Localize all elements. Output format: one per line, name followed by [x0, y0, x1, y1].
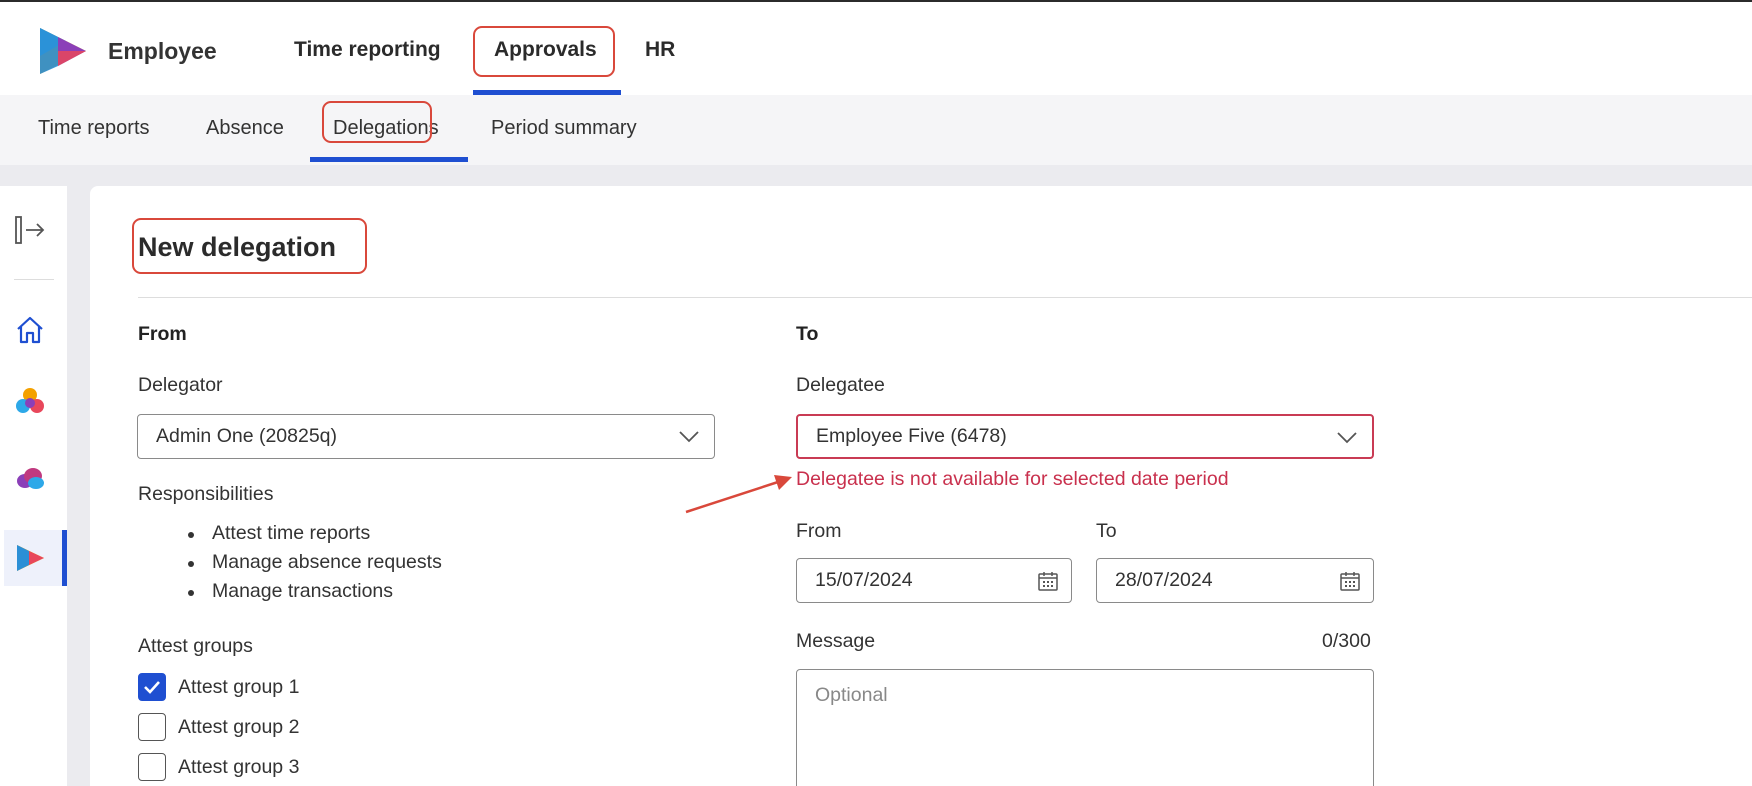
- checkmark-icon: [144, 681, 160, 694]
- from-date-label: From: [796, 520, 842, 542]
- to-date-value: 28/07/2024: [1115, 569, 1213, 591]
- list-item: Manage transactions: [186, 580, 442, 609]
- message-counter: 0/300: [1322, 630, 1371, 652]
- delegatee-select[interactable]: Employee Five (6478): [796, 414, 1374, 459]
- list-item: Manage absence requests: [186, 551, 442, 580]
- attest-group-1-checkbox[interactable]: Attest group 1: [138, 672, 299, 702]
- to-date-label: To: [1096, 520, 1117, 542]
- calendar-icon[interactable]: [1339, 570, 1361, 592]
- from-date-value: 15/07/2024: [815, 569, 913, 591]
- delegations-active-underline: [310, 157, 468, 162]
- checkbox-unchecked[interactable]: [138, 753, 166, 781]
- colorful-app-icon[interactable]: [12, 384, 48, 420]
- rail-active-indicator: [62, 530, 67, 586]
- attest-group-1-label: Attest group 1: [178, 675, 300, 698]
- calendar-icon[interactable]: [1037, 570, 1059, 592]
- to-date-input[interactable]: 28/07/2024: [1096, 558, 1374, 603]
- message-placeholder: Optional: [815, 684, 888, 706]
- message-label: Message: [796, 630, 876, 652]
- from-heading: From: [138, 323, 187, 345]
- tab-time-reports[interactable]: Time reports: [38, 117, 150, 140]
- attest-group-2-label: Attest group 2: [178, 715, 300, 738]
- attest-group-3-label: Attest group 3: [178, 755, 300, 778]
- approvals-highlight-annotation: [473, 26, 615, 77]
- checkbox-unchecked[interactable]: [138, 713, 166, 741]
- title-divider: [138, 297, 1752, 298]
- delegator-value: Admin One (20825q): [156, 425, 338, 447]
- list-item: Attest time reports: [186, 522, 442, 551]
- tab-absence[interactable]: Absence: [206, 117, 284, 140]
- delegations-highlight-annotation: [322, 101, 432, 143]
- chevron-down-icon: [679, 431, 699, 443]
- top-bar: Employee Time reporting Approvals HR: [0, 0, 1752, 95]
- checkbox-checked[interactable]: [138, 673, 166, 701]
- home-icon[interactable]: [12, 312, 48, 348]
- sub-nav-bar: Time reports Absence Delegations Period …: [0, 95, 1752, 165]
- message-textarea[interactable]: Optional: [796, 669, 1374, 786]
- from-date-input[interactable]: 15/07/2024: [796, 558, 1072, 603]
- nav-hr[interactable]: HR: [645, 38, 675, 62]
- app-title: Employee: [108, 38, 217, 64]
- responsibilities-list: Attest time reports Manage absence reque…: [186, 522, 442, 609]
- title-highlight-annotation: [132, 218, 367, 274]
- play-logo-icon[interactable]: [12, 540, 48, 576]
- responsibilities-label: Responsibilities: [138, 483, 274, 505]
- delegatee-error-message: Delegatee is not available for selected …: [796, 468, 1229, 490]
- cloud-app-icon[interactable]: [12, 460, 48, 496]
- main-panel: New delegation From Delegator Admin One …: [90, 186, 1752, 786]
- nav-time-reporting[interactable]: Time reporting: [294, 38, 441, 62]
- attest-group-3-checkbox[interactable]: Attest group 3: [138, 752, 299, 782]
- chevron-down-icon: [1337, 432, 1357, 444]
- app-logo-icon: [40, 28, 86, 74]
- delegator-label: Delegator: [138, 374, 223, 396]
- to-heading: To: [796, 323, 819, 345]
- delegatee-label: Delegatee: [796, 374, 885, 396]
- delegator-select[interactable]: Admin One (20825q): [137, 414, 715, 459]
- expand-icon[interactable]: [12, 212, 48, 248]
- attest-group-2-checkbox[interactable]: Attest group 2: [138, 712, 299, 742]
- delegatee-value: Employee Five (6478): [816, 425, 1007, 447]
- attest-groups-label: Attest groups: [138, 635, 253, 657]
- rail-divider: [14, 279, 54, 280]
- left-rail: [0, 186, 67, 786]
- tab-period-summary[interactable]: Period summary: [491, 117, 637, 140]
